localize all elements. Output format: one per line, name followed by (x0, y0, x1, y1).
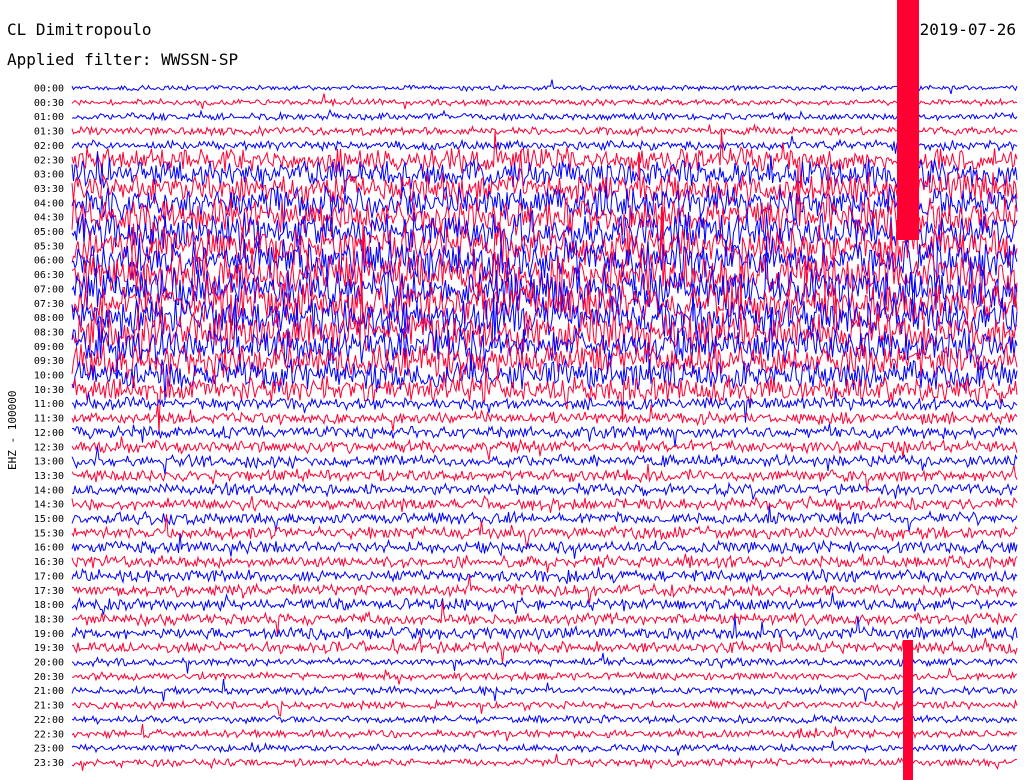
time-tick-label: 06:30 (34, 270, 64, 281)
time-tick-label: 02:00 (34, 141, 64, 152)
seismic-trace (71, 481, 1018, 500)
time-tick-label: 13:30 (34, 471, 64, 482)
time-tick-label: 11:00 (34, 399, 64, 410)
time-tick-label: 06:00 (34, 256, 64, 267)
time-tick-label: 21:30 (34, 701, 64, 712)
seismogram-plot: 00:00 00:30 01:00 01:30 02:00 02:30 03:00 03:30… (34, 0, 1018, 780)
seismic-trace (72, 423, 1018, 447)
time-tick-label: 03:30 (34, 184, 64, 195)
time-tick-label: 20:30 (34, 672, 64, 683)
time-tick-label: 23:00 (34, 744, 64, 755)
time-tick-label: 21:00 (34, 686, 64, 697)
seismic-trace (71, 636, 1018, 664)
time-tick-label: 22:30 (34, 729, 64, 740)
event-saturation-band (903, 640, 913, 780)
seismic-trace (71, 505, 1018, 532)
time-tick-label: 12:00 (34, 428, 64, 439)
event-saturation-band (897, 0, 919, 240)
time-tick-label: 20:00 (34, 658, 64, 669)
time-tick-label: 14:30 (34, 500, 64, 511)
time-tick-label: 17:00 (34, 571, 64, 582)
seismic-trace (71, 592, 1018, 615)
time-tick-label: 00:00 (34, 84, 64, 95)
seismic-trace (71, 740, 1018, 756)
seismic-trace (71, 436, 1018, 461)
seismic-trace (71, 616, 1018, 642)
time-tick-label: 01:30 (34, 127, 64, 138)
time-tick-label: 02:30 (34, 155, 64, 166)
seismic-trace (71, 123, 1018, 138)
seismic-trace (71, 553, 1018, 573)
time-tick-label: 09:30 (34, 356, 64, 367)
time-tick-label: 08:00 (34, 313, 64, 324)
time-tick-label: 15:30 (34, 528, 64, 539)
time-tick-label: 12:30 (34, 442, 64, 453)
seismic-trace (71, 713, 1018, 725)
time-tick-label: 07:30 (34, 299, 64, 310)
time-tick-label: 00:30 (34, 98, 64, 109)
time-tick-label: 14:00 (34, 485, 64, 496)
seismic-trace (71, 463, 1018, 493)
seismic-trace (71, 135, 1018, 154)
time-tick-label: 15:00 (34, 514, 64, 525)
time-tick-label: 10:00 (34, 371, 64, 382)
time-tick-label: 05:00 (34, 227, 64, 238)
time-tick-label: 13:00 (34, 457, 64, 468)
seismic-trace (71, 446, 1018, 475)
time-tick-label: 16:00 (34, 543, 64, 554)
time-tick-label: 05:30 (34, 241, 64, 252)
seismic-trace (71, 494, 1018, 513)
seismic-trace (71, 698, 1018, 717)
seismic-trace (71, 79, 1018, 95)
time-tick-label: 10:30 (34, 385, 64, 396)
seismic-trace (71, 723, 1017, 742)
seismic-trace (71, 678, 1018, 702)
time-tick-label: 22:00 (34, 715, 64, 726)
seismic-trace (71, 668, 1018, 685)
time-tick-label: 19:30 (34, 643, 64, 654)
time-tick-label: 17:30 (34, 586, 64, 597)
time-tick-label: 18:30 (34, 614, 64, 625)
time-tick-label: 11:30 (34, 414, 64, 425)
time-tick-label: 07:00 (34, 284, 64, 295)
time-tick-label: 01:00 (34, 112, 64, 123)
time-tick-label: 09:00 (34, 342, 64, 353)
time-tick-label: 03:00 (34, 170, 64, 181)
time-tick-label: 04:00 (34, 198, 64, 209)
seismic-trace (71, 93, 1018, 110)
seismic-trace (71, 567, 1018, 585)
seismic-trace (71, 652, 1018, 674)
time-tick-label: 23:30 (34, 758, 64, 769)
time-tick-label: 19:00 (34, 629, 64, 640)
time-tick-label: 16:30 (34, 557, 64, 568)
seismic-trace (71, 108, 1018, 122)
time-tick-label: 08:30 (34, 327, 64, 338)
seismic-trace (71, 533, 1018, 559)
time-tick-label: 04:30 (34, 213, 64, 224)
time-tick-label: 18:00 (34, 600, 64, 611)
seismic-trace (71, 753, 1018, 771)
seismic-trace (71, 404, 1018, 432)
